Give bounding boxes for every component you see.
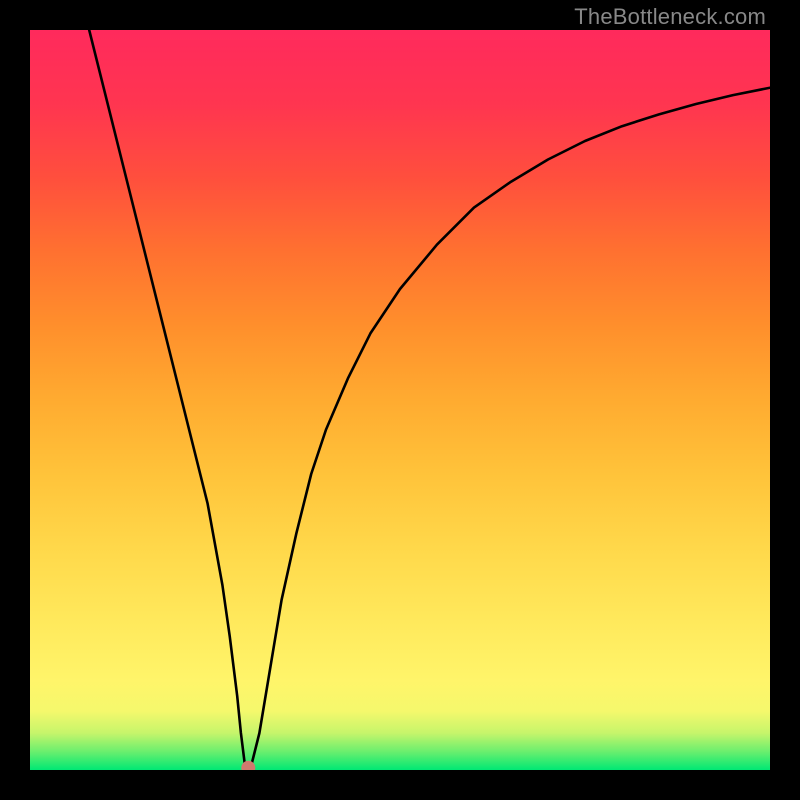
plot-area (30, 30, 770, 770)
chart-frame: TheBottleneck.com (0, 0, 800, 800)
watermark-text: TheBottleneck.com (574, 4, 766, 30)
chart-svg (30, 30, 770, 770)
bottleneck-curve-path (89, 30, 770, 768)
